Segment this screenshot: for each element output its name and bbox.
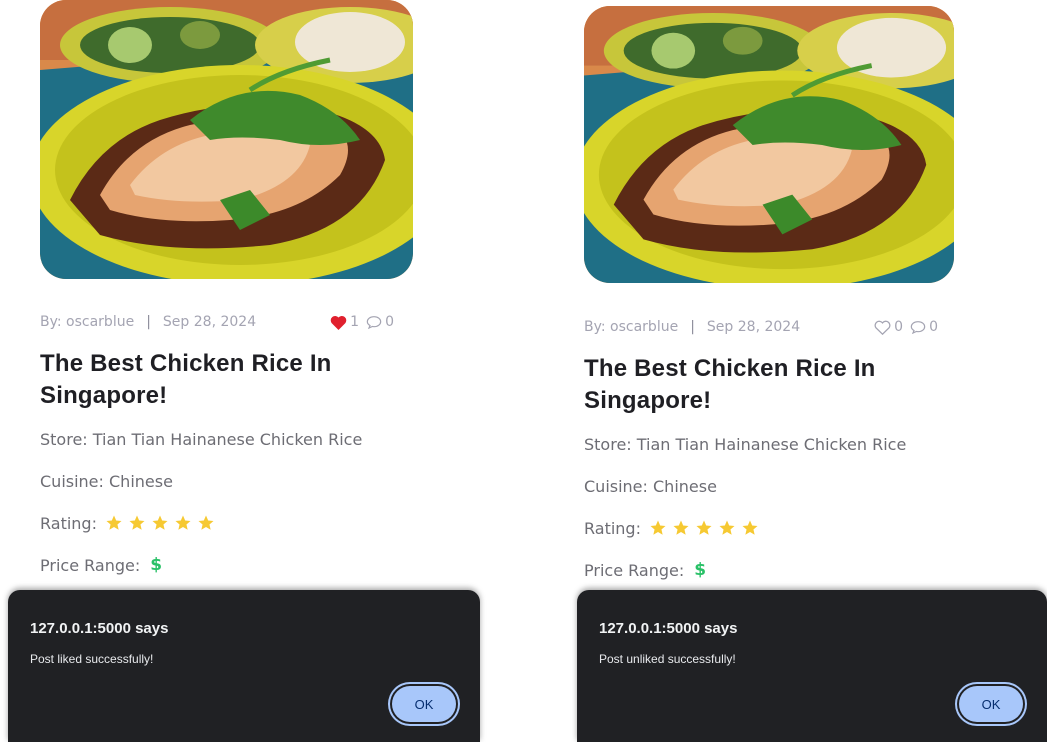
price-label: Price Range: — [584, 560, 685, 580]
post-card-unliked: By: oscarblue | Sep 28, 2024 0 0 The Bes… — [544, 0, 1047, 742]
dialog-message: Post liked successfully! — [30, 652, 154, 666]
post-card-liked: By: oscarblue | Sep 28, 2024 1 0 The Bes… — [0, 0, 520, 742]
post-date: Sep 28, 2024 — [162, 314, 257, 330]
ok-button[interactable]: OK — [959, 686, 1023, 722]
post-content: By: oscarblue | Sep 28, 2024 0 0 The Bes… — [584, 313, 1004, 585]
star-icon — [106, 515, 122, 530]
star-icon — [673, 520, 689, 535]
rating-stars — [649, 519, 759, 537]
post-date: Sep 28, 2024 — [706, 319, 801, 335]
post-price-range: Price Range: $ — [584, 555, 1004, 585]
comment-button[interactable]: 0 — [910, 319, 938, 335]
comment-icon — [910, 321, 926, 334]
meta-separator: | — [146, 314, 151, 330]
post-meta: By: oscarblue | Sep 28, 2024 0 0 — [584, 313, 1004, 341]
post-title[interactable]: The Best Chicken Rice In Singapore! — [584, 353, 944, 417]
price-label: Price Range: — [40, 555, 141, 575]
heart-filled-icon — [330, 315, 347, 330]
star-icon — [719, 520, 735, 535]
price-value: $ — [150, 555, 163, 575]
alert-dialog: 127.0.0.1:5000 says Post unliked success… — [577, 590, 1047, 742]
post-photo[interactable] — [40, 0, 413, 279]
alert-dialog: 127.0.0.1:5000 says Post liked successfu… — [8, 590, 480, 742]
ok-button[interactable]: OK — [392, 686, 456, 722]
post-author[interactable]: By: oscarblue — [40, 314, 134, 330]
post-photo[interactable] — [584, 6, 954, 283]
star-icon — [198, 515, 214, 530]
post-meta: By: oscarblue | Sep 28, 2024 1 0 — [40, 308, 460, 336]
post-store: Store: Tian Tian Hainanese Chicken Rice — [40, 429, 363, 449]
post-author[interactable]: By: oscarblue — [584, 319, 678, 335]
like-button[interactable]: 1 — [330, 314, 359, 330]
comment-count: 0 — [385, 314, 394, 330]
star-icon — [696, 520, 712, 535]
dialog-message: Post unliked successfully! — [599, 652, 736, 666]
price-value: $ — [694, 560, 707, 580]
dialog-title: 127.0.0.1:5000 says — [30, 620, 169, 637]
post-content: By: oscarblue | Sep 28, 2024 1 0 The Bes… — [40, 308, 460, 580]
comment-count: 0 — [929, 319, 938, 335]
post-actions: 0 0 — [874, 319, 938, 335]
like-count: 1 — [350, 314, 360, 330]
star-icon — [129, 515, 145, 530]
post-store: Store: Tian Tian Hainanese Chicken Rice — [584, 434, 907, 454]
rating-label: Rating: — [40, 513, 97, 533]
star-icon — [175, 515, 191, 530]
star-icon — [152, 515, 168, 530]
rating-stars — [105, 514, 215, 532]
post-title[interactable]: The Best Chicken Rice In Singapore! — [40, 348, 400, 412]
like-count: 0 — [894, 319, 904, 335]
comment-icon — [366, 316, 382, 329]
post-cuisine: Cuisine: Chinese — [584, 476, 717, 496]
comment-button[interactable]: 0 — [366, 314, 394, 330]
rating-label: Rating: — [584, 518, 641, 538]
meta-separator: | — [690, 319, 695, 335]
like-button[interactable]: 0 — [874, 319, 903, 335]
post-price-range: Price Range: $ — [40, 550, 460, 580]
heart-outline-icon — [874, 320, 891, 335]
post-rating: Rating: — [584, 513, 1004, 543]
dialog-title: 127.0.0.1:5000 says — [599, 620, 738, 637]
star-icon — [650, 520, 666, 535]
post-rating: Rating: — [40, 508, 460, 538]
post-cuisine: Cuisine: Chinese — [40, 471, 173, 491]
star-icon — [742, 520, 758, 535]
post-actions: 1 0 — [330, 314, 394, 330]
